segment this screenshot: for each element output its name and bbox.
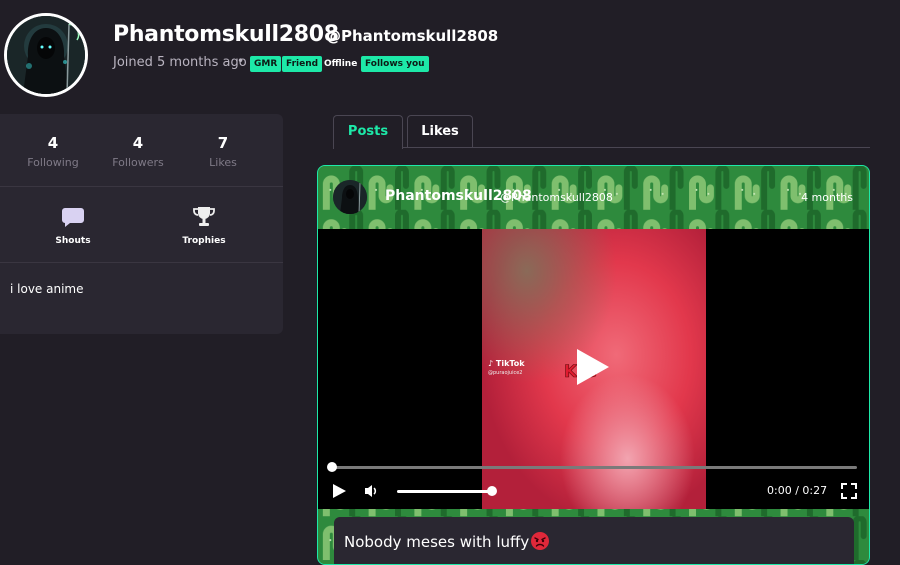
play-overlay-icon[interactable] [573,347,613,387]
trophies-label: Trophies [182,236,226,246]
badge-follows-you: Follows you [361,56,429,72]
shouts-button[interactable]: Shouts [33,206,113,246]
video-progress-bar[interactable] [331,466,857,469]
watermark-user: @puraojuice2 [488,370,523,376]
profile-username: Phantomskull2808 [113,22,339,47]
post-card[interactable]: Phantomskull2808 @Phantomskull2808 4 mon… [317,165,870,565]
play-icon[interactable] [331,483,347,499]
tiktok-watermark: ♪ TikTok [488,359,525,368]
shouts-label: Shouts [55,236,91,246]
stat-likes[interactable]: 7 Likes [178,134,268,169]
volume-slider[interactable] [397,490,493,493]
divider [0,262,283,263]
speech-bubble-icon [62,208,84,227]
stat-value: 7 [217,134,229,152]
post-author-handle: @Phantomskull2808 [500,191,613,204]
stat-label: Followers [112,156,164,169]
profile-bio: i love anime [10,282,84,296]
stat-following[interactable]: 4 Following [8,134,98,169]
profile-header: Phantomskull2808 @Phantomskull2808 Joine… [0,0,900,110]
stat-label: Likes [209,156,237,169]
stat-value: 4 [132,134,144,152]
profile-avatar[interactable] [4,13,88,97]
trophies-button[interactable]: Trophies [164,206,244,246]
separator-dot: • [237,54,245,68]
post-author-avatar[interactable] [333,180,367,214]
joined-date: Joined 5 months ago [113,55,247,70]
trophy-icon [193,207,215,226]
post-caption-box: Nobody meses with luffy [334,517,854,564]
badge-friend: Friend [282,56,323,72]
watermark-text: TikTok [495,359,525,368]
stat-value: 4 [47,134,59,152]
tab-posts[interactable]: Posts [333,115,403,149]
post-timestamp: 4 months [801,191,853,204]
video-time: 0:00 / 0:27 [767,484,828,497]
progress-knob[interactable] [327,462,337,472]
volume-icon[interactable] [364,484,380,498]
post-caption-text: Nobody meses with luffy [344,533,530,551]
badge-gmr: GMR [250,56,282,72]
video-player[interactable]: K G ♪ TikTok @puraojuice2 0:00 / 0:27 [318,229,869,509]
profile-tabs: Posts Likes [333,115,870,149]
divider [0,186,283,187]
tab-likes[interactable]: Likes [407,115,473,148]
fullscreen-icon[interactable] [841,483,857,499]
post-caption: Nobody meses with luffy [344,531,550,551]
stat-label: Following [27,156,79,169]
angry-face-icon [531,532,550,550]
profile-handle: @Phantomskull2808 [326,27,499,45]
stat-followers[interactable]: 4 Followers [93,134,183,169]
profile-sidebar: 4 Following 4 Followers 7 Likes Shouts T… [0,114,283,334]
status-badge: Offline [324,59,358,69]
